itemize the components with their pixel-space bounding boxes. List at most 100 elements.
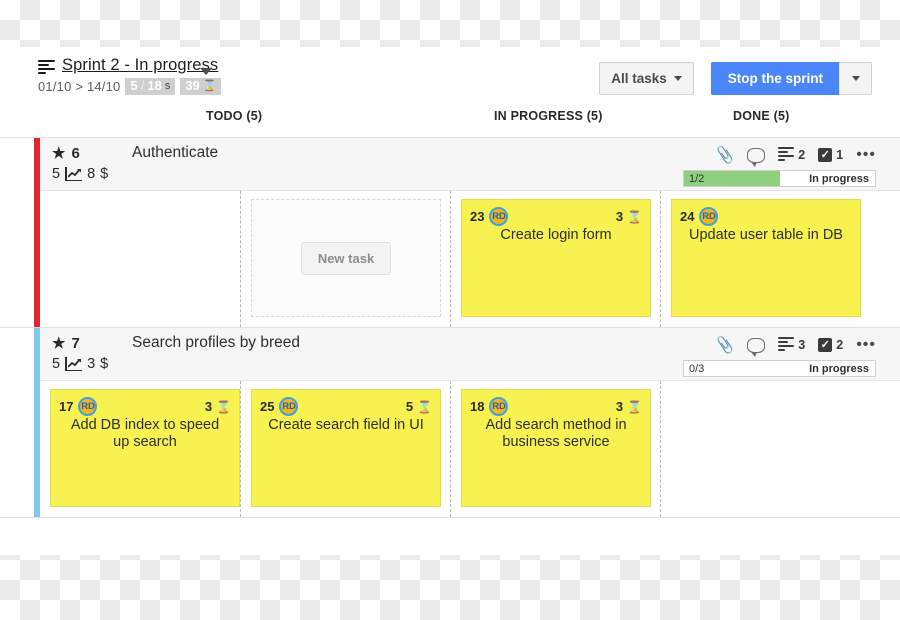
task-card[interactable]: 23 RD 3 ⌛ Create login form [461,199,651,317]
story-header: ★ 6 5 8 $ Authenticate 📎 2 ✓ 1 ••• 1/2 I… [40,138,900,191]
task-card-top: 24 RD [680,207,852,226]
task-number: 23 [470,209,485,224]
more-options-icon[interactable]: ••• [856,337,876,353]
points-total: 18 [147,78,162,93]
list-icon [778,147,795,163]
lane-col-in-progress[interactable]: 18 RD 3 ⌛ Add search method in business … [450,381,660,517]
sprint-name[interactable]: Sprint 2 - In progress [62,56,218,75]
new-task-dropzone[interactable]: New task [251,199,441,317]
stop-sprint-button[interactable]: Stop the sprint [710,62,840,95]
task-estimate-value: 5 [405,399,414,414]
task-title: Add search method in business service [485,417,627,450]
sprint-dates: 01/10 > 14/10 [38,79,121,94]
all-tasks-filter-button[interactable]: All tasks [599,62,694,95]
column-header-todo: TODO (5) [206,109,263,123]
lane-col-done[interactable] [660,381,870,517]
task-card[interactable]: 17 RD 3 ⌛ Add DB index to speed up searc… [50,389,240,507]
story-title[interactable]: Search profiles by breed [132,334,300,352]
story-points: 5 3 $ [52,356,108,372]
task-estimate: 3 ⌛ [616,399,642,414]
task-card-top: 17 RD 3 ⌛ [59,397,231,416]
story-cost-value: 3 [87,356,96,372]
story-cost-value: 8 [87,166,96,182]
column-header-in-progress: IN PROGRESS (5) [494,109,603,123]
checks-count-value: 2 [836,338,844,352]
more-options-icon[interactable]: ••• [856,147,876,163]
avatar[interactable]: RD [489,397,509,416]
checks-count[interactable]: ✓ 2 [818,338,843,352]
all-tasks-label: All tasks [611,71,667,86]
paperclip-icon[interactable]: 📎 [714,145,735,165]
list-icon [778,337,795,353]
story-points-value: 5 [52,356,61,372]
task-card-id-group: 23 RD [470,207,509,226]
progress-status: In progress [809,362,869,375]
stop-sprint-dropdown-button[interactable] [840,62,872,95]
story-meta-icons: 📎 2 ✓ 1 ••• [714,145,876,167]
task-estimate: 5 ⌛ [406,399,432,414]
story-id: ★ 7 [52,335,80,352]
progress-count: 1/2 [689,172,705,185]
progress-status: In progress [809,172,869,185]
chevron-down-icon[interactable] [200,68,212,75]
points-badge: 5 / 18 s [125,78,176,95]
task-card-id-group: 25 RD [260,397,299,416]
story-meta-icons: 📎 3 ✓ 2 ••• [714,335,876,357]
hourglass-icon: ⌛ [202,80,217,92]
tasks-count[interactable]: 2 [778,147,805,163]
time-badge: 39 ⌛ [180,78,222,95]
speech-bubble-icon[interactable] [747,147,766,167]
hourglass-icon: ⌛ [627,399,642,414]
empty-slot [50,199,240,317]
speech-bubble-icon[interactable] [747,337,766,357]
task-card-id-group: 18 RD [470,397,509,416]
story-points-value: 5 [52,166,61,182]
task-card-top: 18 RD 3 ⌛ [470,397,642,416]
lane-col-todo[interactable]: New task [240,191,450,327]
paperclip-icon[interactable]: 📎 [714,335,735,355]
story-lane: New task 23 RD 3 ⌛ Create login form 24 … [40,191,900,327]
task-card-id-group: 24 RD [680,207,719,226]
progress-count: 0/3 [689,362,705,375]
story-row: ★ 6 5 8 $ Authenticate 📎 2 ✓ 1 ••• 1/2 I… [0,138,900,328]
lane-col-todo[interactable]: 25 RD 5 ⌛ Create search field in UI [240,381,450,517]
lane-col-in-progress[interactable]: 23 RD 3 ⌛ Create login form [450,191,660,327]
task-title: Create search field in UI [268,417,424,433]
star-icon: ★ [52,145,66,162]
checkbox-icon: ✓ [818,148,833,162]
story-currency: $ [100,166,109,182]
avatar[interactable]: RD [78,397,98,416]
task-card[interactable]: 25 RD 5 ⌛ Create search field in UI [251,389,441,507]
task-number: 18 [470,399,485,414]
points-current: 5 [130,78,138,93]
lane-col-backlog[interactable]: 17 RD 3 ⌛ Add DB index to speed up searc… [40,381,240,517]
scrum-board-app: Sprint 2 - In progress 01/10 > 14/10 5 /… [0,47,900,555]
story-title[interactable]: Authenticate [132,144,218,162]
avatar[interactable]: RD [279,397,299,416]
empty-slot [671,389,861,507]
board-header: Sprint 2 - In progress 01/10 > 14/10 5 /… [0,47,900,109]
new-task-button[interactable]: New task [300,241,392,275]
avatar[interactable]: RD [699,207,719,226]
column-headers: TODO (5) IN PROGRESS (5) DONE (5) [0,109,900,138]
task-number: 17 [59,399,74,414]
story-lane: 17 RD 3 ⌛ Add DB index to speed up searc… [40,381,900,517]
hourglass-icon: ⌛ [216,399,231,414]
sprint-title-row[interactable]: Sprint 2 - In progress [38,56,221,75]
sprint-info: Sprint 2 - In progress 01/10 > 14/10 5 /… [38,56,222,95]
task-card[interactable]: 24 RD Update user table in DB [671,199,861,317]
points-unit: s [164,80,171,92]
tasks-count[interactable]: 3 [778,337,805,353]
story-currency: $ [100,356,109,372]
stop-sprint-split-button: Stop the sprint [710,62,872,95]
task-number: 24 [680,209,695,224]
story-progress-bar: 0/3 In progress [683,360,876,377]
checks-count[interactable]: ✓ 1 [818,148,843,162]
avatar[interactable]: RD [489,207,509,226]
chart-icon [65,167,83,181]
task-card[interactable]: 18 RD 3 ⌛ Add search method in business … [461,389,651,507]
lane-col-backlog[interactable] [40,191,240,327]
lane-col-done[interactable]: 24 RD Update user table in DB [660,191,870,327]
task-card-top: 25 RD 5 ⌛ [260,397,432,416]
star-icon: ★ [52,335,66,352]
